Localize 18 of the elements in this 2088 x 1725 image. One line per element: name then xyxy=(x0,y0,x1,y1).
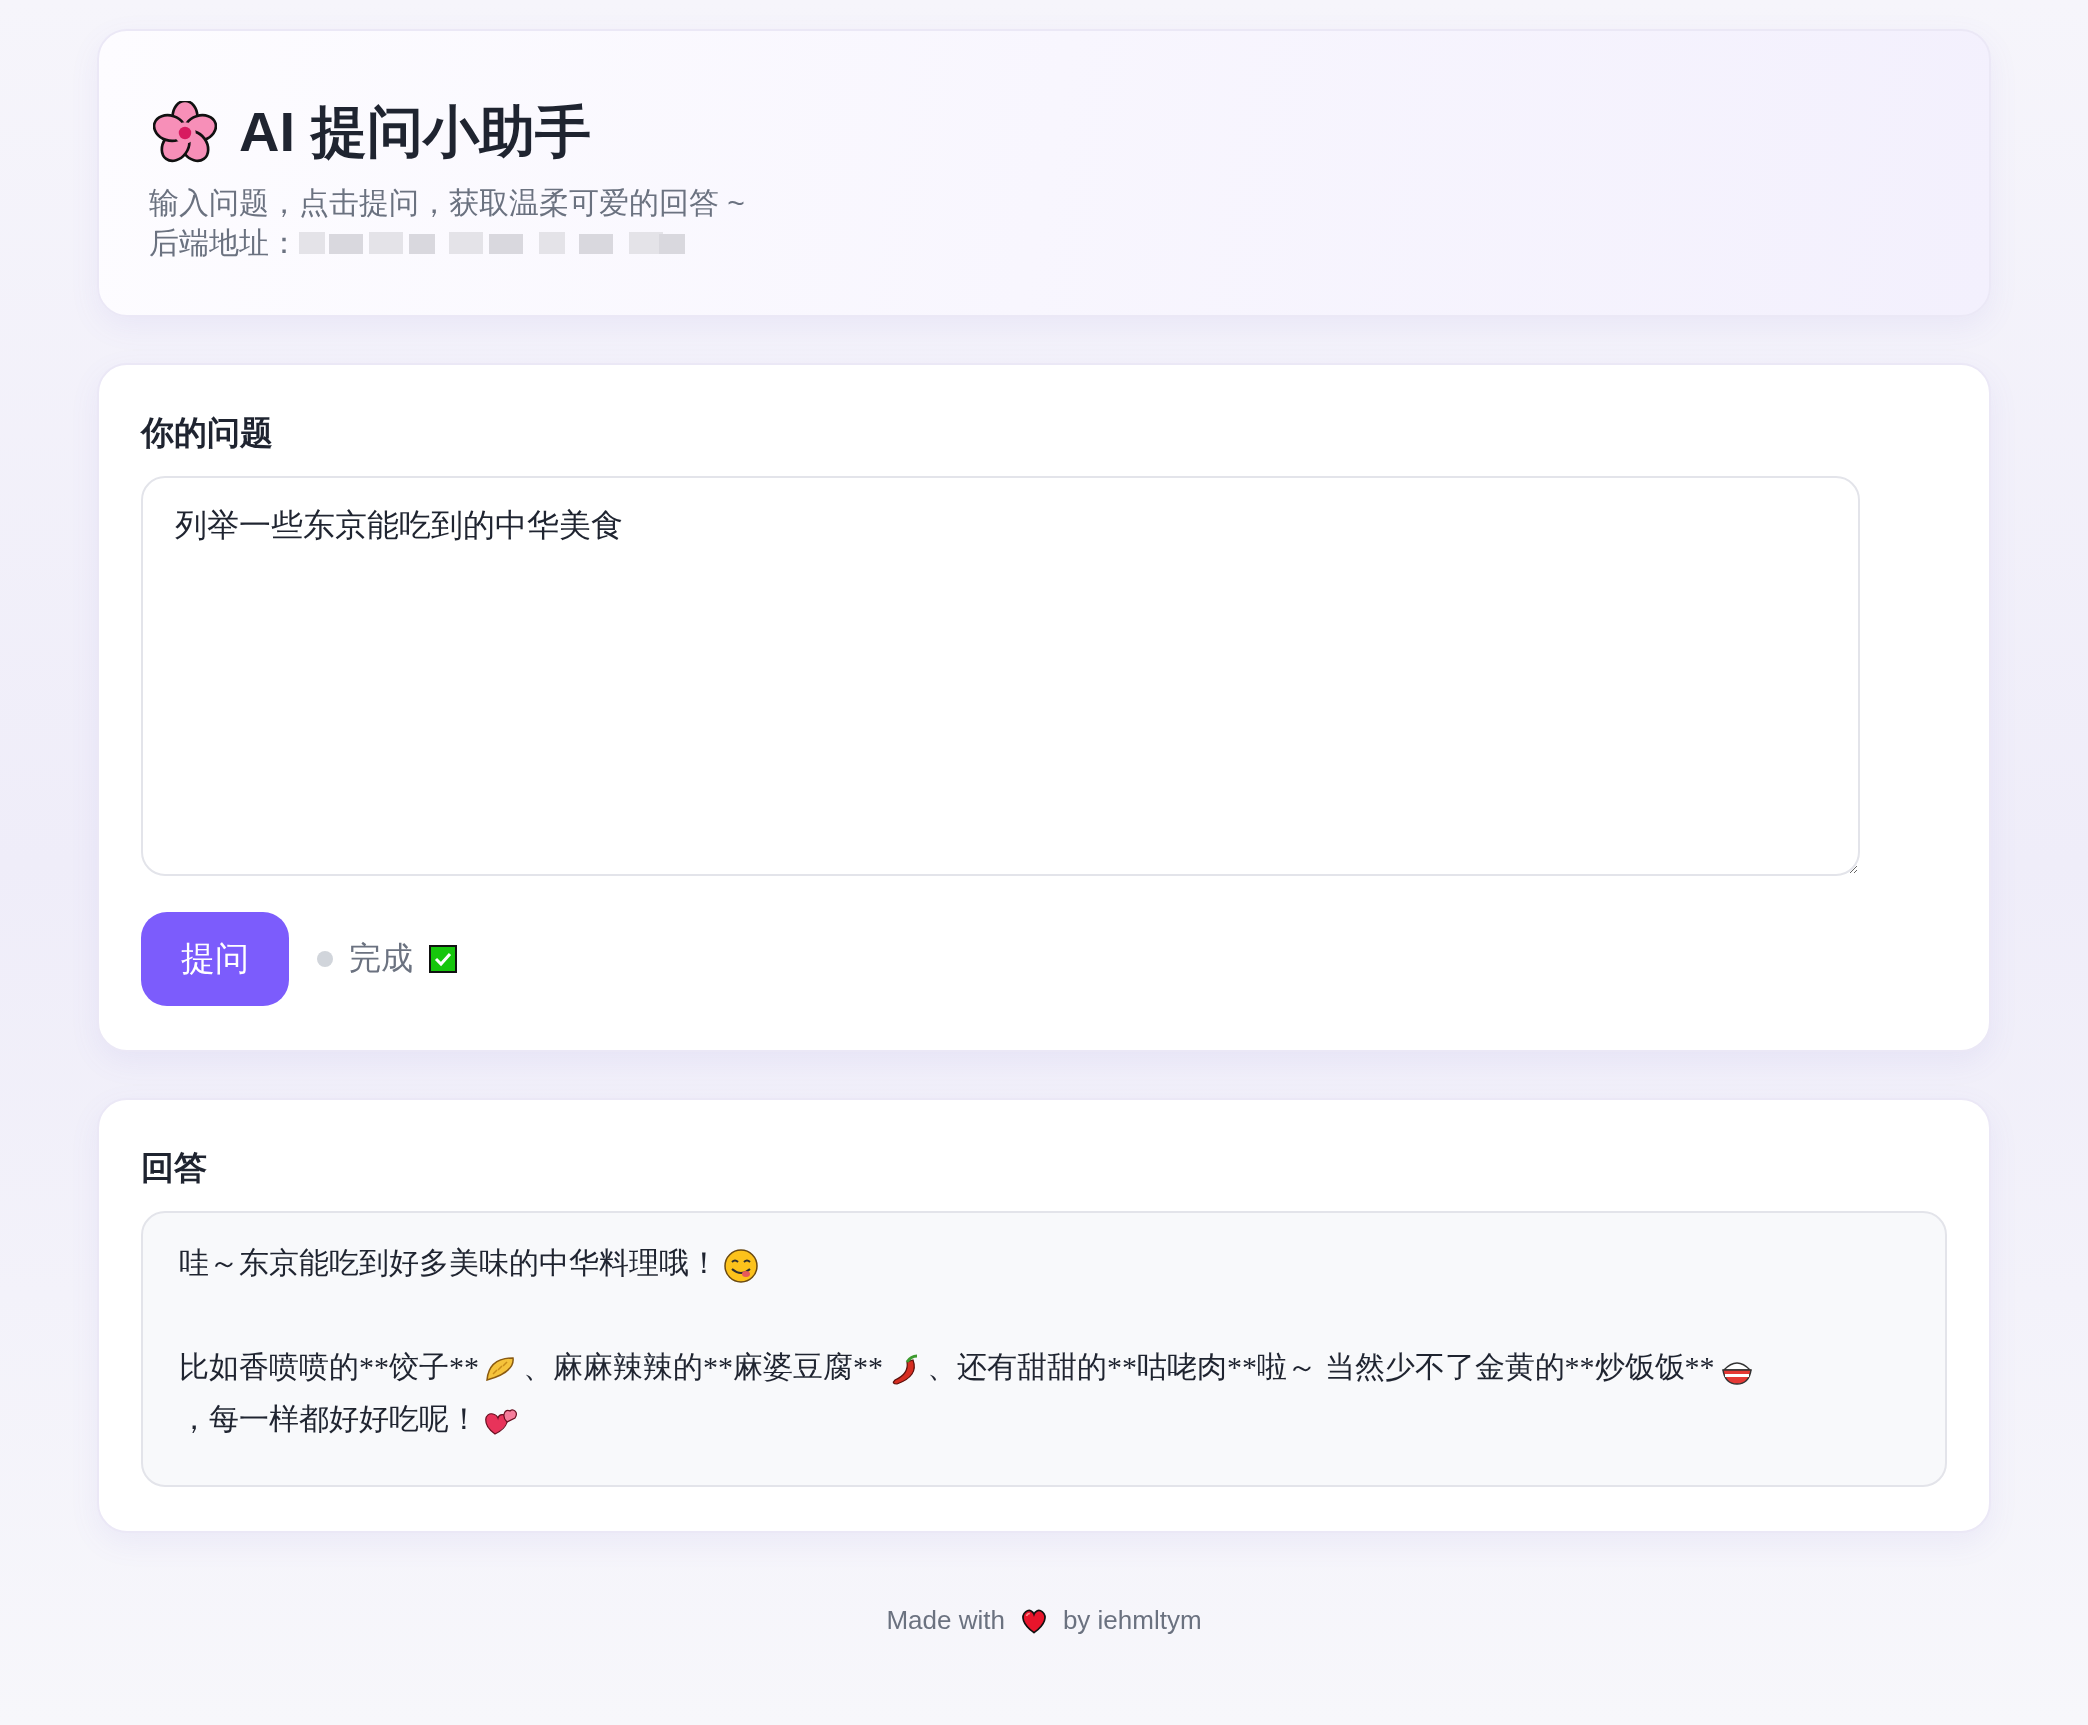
answer-text: 、麻麻辣辣的**麻婆豆腐** xyxy=(523,1350,883,1383)
answer-text: 哇～东京能吃到好多美味的中华料理哦！ xyxy=(179,1246,719,1279)
smiling-face-icon xyxy=(723,1248,759,1285)
question-field[interactable]: 列举一些东京能吃到的中华美食 xyxy=(141,476,1860,876)
footer-text: by iehmltym xyxy=(1062,1605,1202,1636)
subtitle: 输入问题，点击提问，获取温柔可爱的回答 ~ xyxy=(149,185,746,221)
app-title: AI 提问小助手 xyxy=(239,99,591,165)
section-heading: 你的问题 xyxy=(141,413,274,453)
ask-button[interactable]: 提问 xyxy=(141,912,289,1006)
section-heading: 回答 xyxy=(141,1148,208,1188)
backend-label: 后端地址： xyxy=(149,225,299,261)
status-text: 完成 xyxy=(349,939,413,978)
cherry-blossom-icon xyxy=(153,101,217,165)
status-dot xyxy=(317,951,333,967)
answer-text: 、还有甜甜的**咕咾肉**啦～ 当然少不了金黄的**炒饭饭** xyxy=(927,1350,1715,1383)
footer-text: Made with xyxy=(886,1605,1005,1636)
answer-text: ，每一样都好好吃呢！ xyxy=(179,1402,479,1435)
answer-text: 比如香喷喷的**饺子** xyxy=(179,1350,479,1383)
